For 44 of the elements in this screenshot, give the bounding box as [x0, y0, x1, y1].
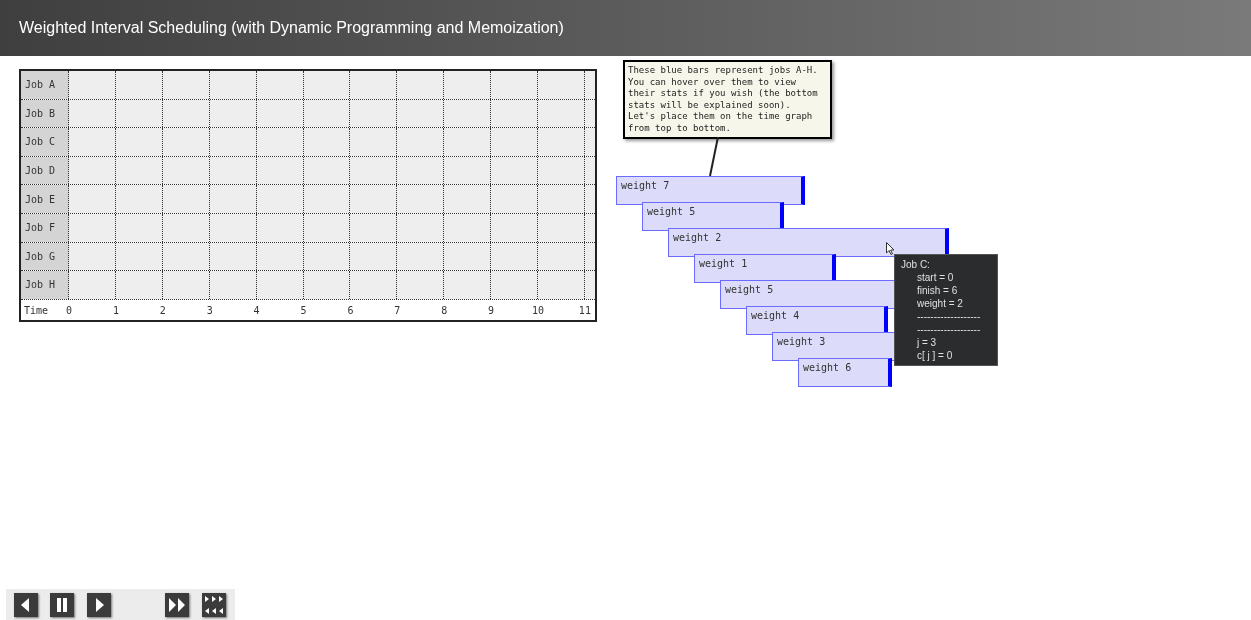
- row-label: Job D: [21, 156, 69, 185]
- callout-text: their stats if you wish (the bottom: [628, 88, 819, 100]
- tick-label: 10: [532, 303, 544, 318]
- fast-forward-button[interactable]: [165, 593, 189, 617]
- tick-label: 6: [347, 303, 354, 318]
- tick-label: 9: [488, 303, 495, 318]
- row-label: Job H: [21, 271, 69, 299]
- tooltip-title: Job C:: [901, 258, 931, 271]
- tooltip-text: -------------------: [916, 323, 982, 336]
- row-label: Job A: [21, 71, 69, 99]
- row-label: Job F: [21, 213, 69, 242]
- callout-text: stats will be explained soon).: [628, 99, 792, 111]
- tick-label: 11: [578, 303, 591, 318]
- tick-label: 0: [66, 303, 72, 318]
- tick-label: 8: [441, 303, 448, 318]
- tick-label: 7: [394, 303, 401, 318]
- tooltip-text: start = 0: [916, 271, 955, 284]
- callout-text: Let's place them on the time graph: [628, 111, 814, 123]
- job-bar[interactable]: weight 7: [616, 176, 805, 205]
- double-arrows-button[interactable]: [202, 593, 226, 617]
- tooltip-text: weight = 2: [916, 297, 964, 310]
- row-label: Job E: [21, 185, 69, 213]
- page-title: Weighted Interval Scheduling (with Dynamic Programming and Memoization): [19, 18, 564, 38]
- tick-label: 5: [300, 303, 307, 318]
- row-label: Job G: [21, 242, 69, 271]
- tick-label: 1: [112, 303, 119, 318]
- play-button[interactable]: [87, 593, 111, 617]
- back-button[interactable]: [14, 593, 38, 617]
- job-bar[interactable]: weight 6: [798, 358, 892, 387]
- leader-line: [708, 137, 720, 177]
- tooltip-text: j = 3: [915, 336, 938, 349]
- tick-label: 2: [159, 303, 166, 318]
- callout-text: These blue bars represent jobs A-H.: [628, 65, 819, 77]
- tick-label: 4: [253, 303, 260, 318]
- callout-text: You can hover over them to view: [628, 76, 797, 88]
- pause-button[interactable]: [50, 593, 74, 617]
- row-label: Job B: [21, 99, 69, 128]
- tick-label: 3: [206, 303, 213, 318]
- callout-text: from top to bottom.: [628, 122, 732, 134]
- tooltip-text: finish = 6: [916, 284, 959, 297]
- tooltip-text: c[ j ] = 0: [916, 349, 954, 362]
- axis-label: Time: [24, 303, 49, 318]
- tooltip-text: -------------------: [916, 310, 982, 323]
- row-label: Job C: [21, 128, 69, 156]
